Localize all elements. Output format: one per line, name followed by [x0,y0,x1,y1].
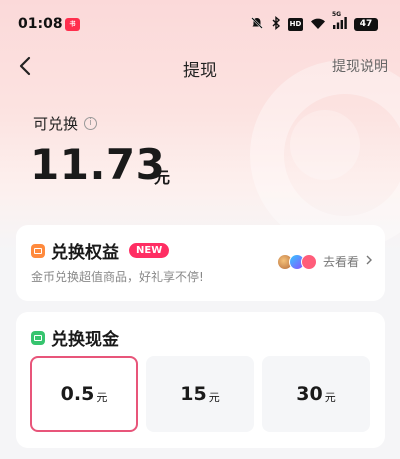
status-icons: HD 5G 47 [250,11,378,33]
cash-option-30[interactable]: 30 元 [262,356,370,432]
decorative-dot [290,110,360,180]
balance-unit: 元 [154,168,171,187]
benefits-title: 兑换权益 [51,243,119,263]
option-value: 15 [180,383,207,405]
cash-option-15[interactable]: 15 元 [146,356,254,432]
option-value: 0.5 [60,383,95,405]
cash-options: 0.5 元 15 元 30 元 [30,356,370,432]
benefits-go-link[interactable]: 去看看 [276,253,373,270]
cash-card: 兑换现金 0.5 元 15 元 30 元 [16,312,385,448]
balance-label-row: 可兑换 i [33,113,98,134]
benefits-subtitle: 金币兑换超值商品，好礼享不停! [31,270,204,284]
product-avatar [300,253,317,270]
cash-icon [31,330,45,345]
option-value: 30 [296,383,323,405]
hd-icon: HD [288,18,303,31]
battery-indicator: 47 [354,18,378,31]
network-type: 5G [332,11,342,18]
benefits-header: 兑换权益 NEW [31,238,170,263]
status-time: 01:08 [18,16,63,32]
cash-title: 兑换现金 [51,330,119,350]
nav-bar: 提现 提现说明 [0,46,400,86]
new-badge: NEW [129,243,170,258]
info-icon[interactable]: i [84,117,98,130]
status-bar: 01:08 书 HD 5G 47 [0,0,400,46]
benefits-card[interactable]: 兑换权益 NEW 金币兑换超值商品，好礼享不停! 去看看 [16,225,385,301]
withdraw-instructions-link[interactable]: 提现说明 [332,56,388,76]
wifi-icon [310,17,326,33]
app-notification-icon: 书 [65,18,80,31]
product-avatars [276,253,317,270]
cash-header: 兑换现金 [31,325,119,350]
bluetooth-icon [271,16,281,33]
chevron-right-icon [365,254,373,270]
gift-icon [31,243,45,258]
option-unit: 元 [96,390,108,404]
balance-label: 可兑换 [33,115,79,133]
mute-icon [250,16,264,33]
cash-option-0.5[interactable]: 0.5 元 [30,356,138,432]
option-unit: 元 [208,390,220,404]
signal-icon: 5G [332,11,347,32]
balance-amount: 11.73 [30,140,166,189]
go-see-label: 去看看 [322,255,359,269]
option-unit: 元 [324,390,336,404]
